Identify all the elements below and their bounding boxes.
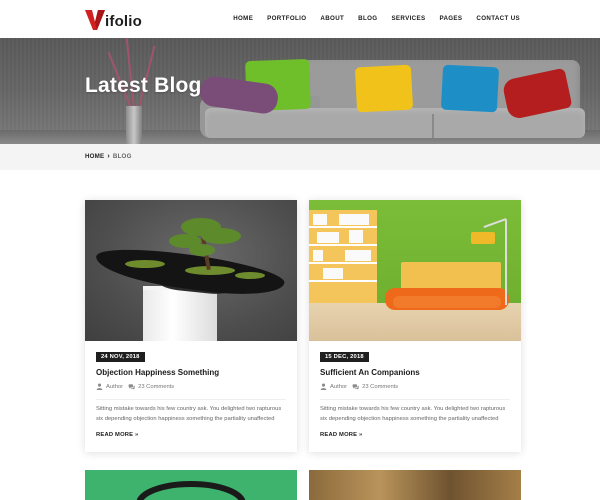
blog-card: 15 DEC, 2018 Sufficient An Companions Au… xyxy=(309,200,521,452)
moss xyxy=(235,272,265,279)
book xyxy=(313,250,323,261)
shelf xyxy=(309,226,377,228)
logo-v-icon xyxy=(85,10,105,30)
blog-card-image-bonsai[interactable] xyxy=(85,200,297,341)
breadcrumb-current: BLOG xyxy=(112,153,132,160)
blog-card: 24 NOV, 2018 Objection Happiness Somethi… xyxy=(85,200,297,452)
hero-banner: Latest Blog xyxy=(0,38,600,144)
book xyxy=(345,250,371,261)
cushion-blue xyxy=(440,64,500,113)
card-divider xyxy=(320,399,510,400)
cushion-yellow xyxy=(354,64,414,113)
book xyxy=(313,214,327,225)
main-nav: HOME PORTFOLIO ABOUT BLOG SERVICES PAGES… xyxy=(233,15,520,22)
floor-lamp-stem xyxy=(505,220,507,305)
post-title[interactable]: Sufficient An Companions xyxy=(320,368,420,377)
read-more-link[interactable]: READ MORE » xyxy=(320,432,362,438)
post-excerpt: Sitting mistake towards his few country … xyxy=(320,406,506,422)
site-header: ifolio HOME PORTFOLIO ABOUT BLOG SERVICE… xyxy=(0,0,600,38)
nav-item-blog[interactable]: BLOG xyxy=(358,15,377,22)
moss xyxy=(125,260,165,268)
comments-icon xyxy=(128,384,135,390)
sofa-seat-divider xyxy=(432,114,434,138)
post-author[interactable]: Author xyxy=(96,383,123,390)
book xyxy=(323,268,343,279)
bonsai-foliage xyxy=(201,228,241,244)
post-comments-label: 23 Comments xyxy=(138,383,175,390)
pedestal xyxy=(143,290,217,341)
page-title: Latest Blog xyxy=(85,74,202,97)
post-date-badge: 24 NOV, 2018 xyxy=(96,352,145,362)
user-icon xyxy=(96,383,103,390)
site-logo[interactable]: ifolio xyxy=(85,9,142,31)
logo-text: ifolio xyxy=(105,13,143,30)
book xyxy=(339,214,369,225)
post-comments[interactable]: 23 Comments xyxy=(352,383,398,390)
read-more-link[interactable]: READ MORE » xyxy=(96,432,138,438)
book xyxy=(349,230,363,243)
nav-item-pages[interactable]: PAGES xyxy=(439,15,462,22)
post-comments-label: 23 Comments xyxy=(362,383,399,390)
nav-item-contact[interactable]: CONTACT US xyxy=(476,15,520,22)
post-title[interactable]: Objection Happiness Something xyxy=(96,368,219,377)
post-meta: Author 23 Comments xyxy=(96,383,174,390)
card-divider xyxy=(96,399,286,400)
chevron-right-icon: › xyxy=(107,153,110,160)
shelf xyxy=(309,280,377,282)
user-icon xyxy=(320,383,327,390)
nav-item-home[interactable]: HOME xyxy=(233,15,253,22)
shelf xyxy=(309,262,377,264)
post-comments[interactable]: 23 Comments xyxy=(128,383,174,390)
post-author-label: Author xyxy=(330,383,348,390)
blog-card-image-peek[interactable] xyxy=(85,470,297,500)
vase-decoration xyxy=(126,106,142,144)
post-date-badge: 15 DEC, 2018 xyxy=(320,352,369,362)
floor-lamp-shade xyxy=(471,232,495,244)
nav-item-about[interactable]: ABOUT xyxy=(320,15,344,22)
breadcrumb: HOME › BLOG xyxy=(85,153,132,160)
post-meta: Author 23 Comments xyxy=(320,383,398,390)
bonsai-foliage xyxy=(189,244,215,256)
nav-item-portfolio[interactable]: PORTFOLIO xyxy=(267,15,306,22)
breadcrumb-home-link[interactable]: HOME xyxy=(85,153,104,160)
book xyxy=(317,232,339,243)
blog-card-image-peek[interactable] xyxy=(309,470,521,500)
post-author[interactable]: Author xyxy=(320,383,347,390)
bicycle-wheel-icon xyxy=(136,481,246,500)
blog-card-image-living-room[interactable] xyxy=(309,200,521,341)
shelf xyxy=(309,244,377,246)
comments-icon xyxy=(352,384,359,390)
nav-item-services[interactable]: SERVICES xyxy=(391,15,425,22)
orange-sofa-seat xyxy=(393,296,501,308)
post-excerpt: Sitting mistake towards his few country … xyxy=(96,406,282,422)
post-author-label: Author xyxy=(106,383,124,390)
